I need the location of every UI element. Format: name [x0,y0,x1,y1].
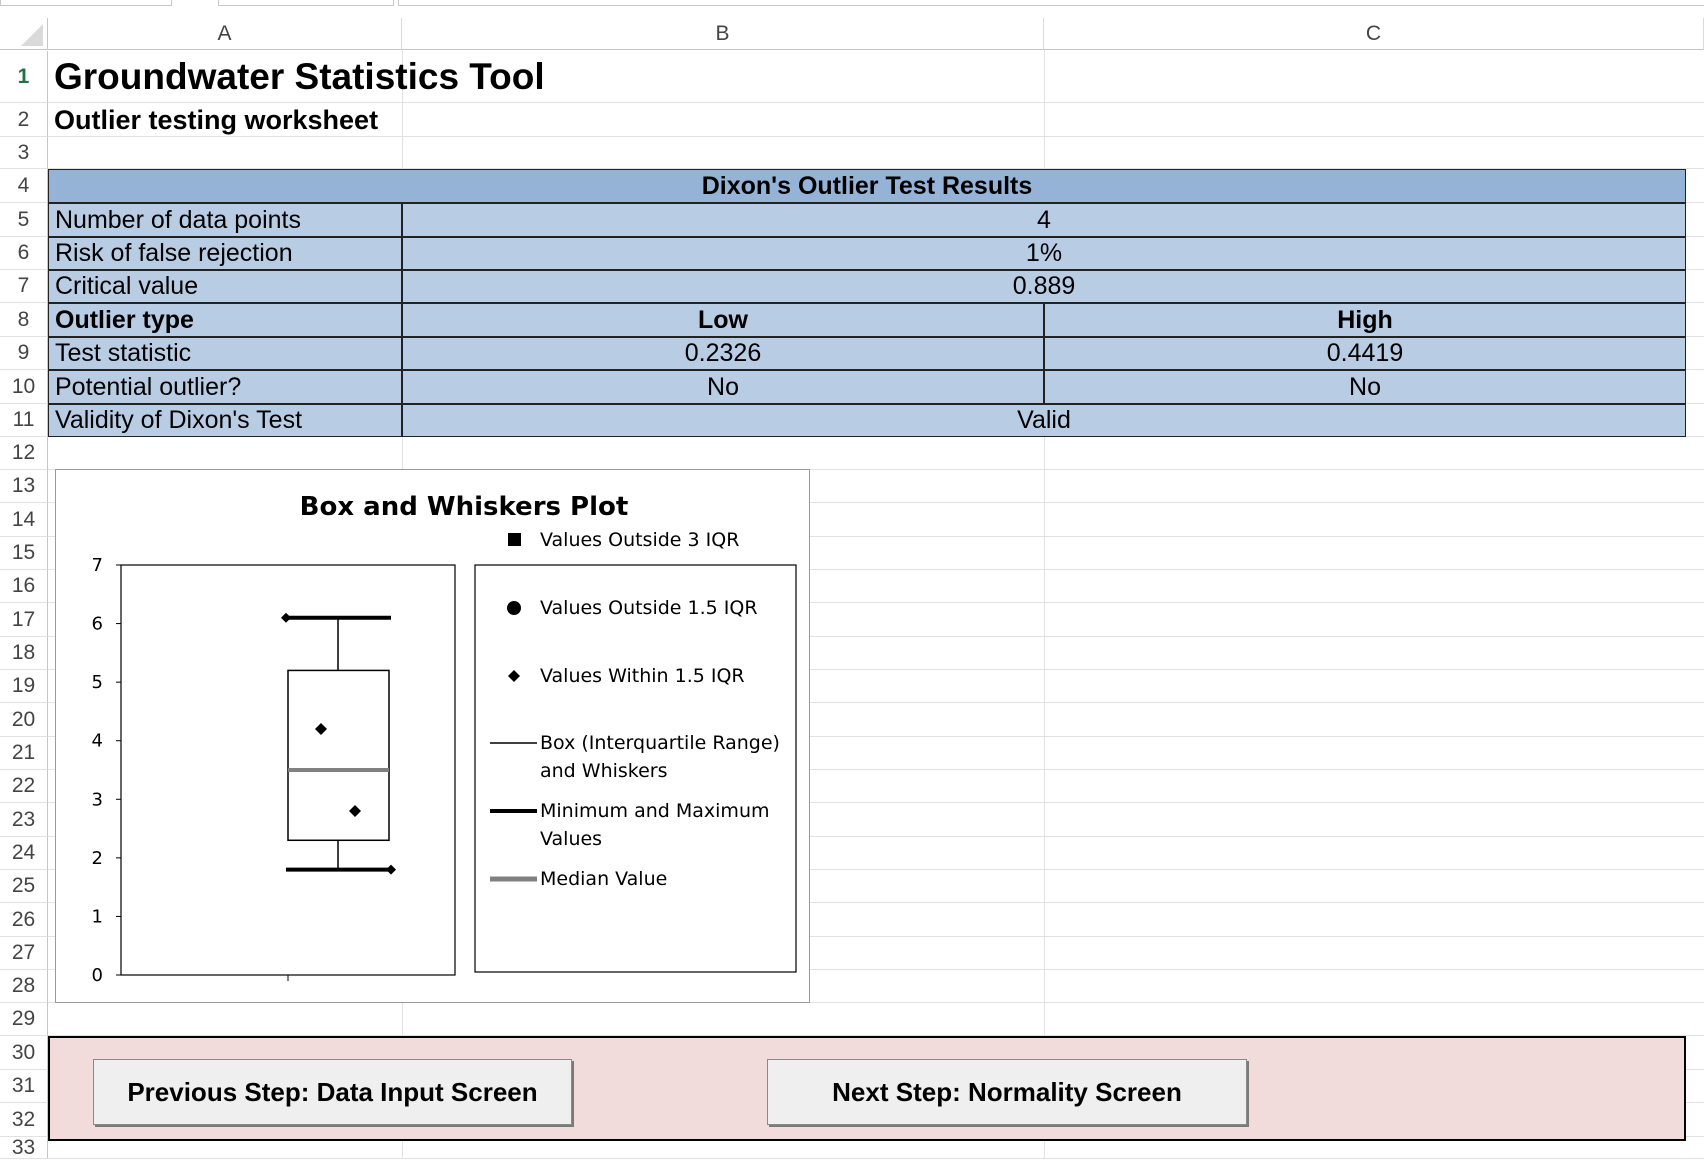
row-header[interactable]: 15 [0,537,48,570]
potential-outlier-high[interactable]: No [1044,370,1686,404]
row-header[interactable]: 1 [0,51,48,103]
row-header[interactable]: 11 [0,404,48,437]
potential-outlier-low[interactable]: No [402,370,1044,404]
y-tick-label: 4 [92,731,103,752]
sheet-title: Groundwater Statistics Tool [54,56,545,97]
box-whisker-chart[interactable]: Box and Whiskers Plot 0 1 2 3 4 5 6 7 Values Ou… [55,469,810,1003]
row-header[interactable]: 12 [0,437,48,470]
row-header[interactable]: 22 [0,770,48,803]
results-header: Dixon's Outlier Test Results [48,169,1686,203]
row-header[interactable]: 28 [0,970,48,1003]
formula-buttons[interactable] [218,0,394,6]
test-statistic-low[interactable]: 0.2326 [402,337,1044,370]
label-outlier-type: Outlier type [48,303,402,337]
select-all-corner[interactable] [0,18,48,50]
row-header[interactable]: 13 [0,470,48,503]
y-tick-label: 2 [92,848,103,869]
extreme-marker [386,864,396,875]
sheet-subtitle: Outlier testing worksheet [54,104,379,135]
row-header[interactable]: 16 [0,570,48,603]
previous-step-button[interactable]: Previous Step: Data Input Screen [93,1059,572,1125]
row-header[interactable]: 14 [0,503,48,537]
legend-label: Values [540,828,603,850]
row-header[interactable]: 33 [0,1136,48,1159]
row-header[interactable]: 23 [0,803,48,837]
row-header[interactable]: 6 [0,237,48,270]
value-number-of-data-points[interactable]: 4 [402,203,1686,237]
outlier-type-low: Low [402,303,1044,337]
row-header[interactable]: 25 [0,870,48,903]
row-header[interactable]: 18 [0,637,48,670]
y-tick-label: 1 [92,906,103,927]
label-potential-outlier: Potential outlier? [48,370,402,404]
row-header[interactable]: 20 [0,703,48,737]
legend-label: and Whiskers [540,760,668,782]
row-header[interactable]: 21 [0,737,48,770]
value-critical-value[interactable]: 0.889 [402,270,1686,303]
row-header[interactable]: 32 [0,1103,48,1137]
label-risk-of-false-rejection: Risk of false rejection [48,237,402,270]
iqr-box [287,669,390,842]
row-header[interactable]: 4 [0,169,48,203]
extreme-marker [281,612,291,623]
row-header[interactable]: 3 [0,137,48,169]
legend-label: Median Value [540,868,668,890]
label-validity: Validity of Dixon's Test [48,404,402,437]
row-header[interactable]: 8 [0,303,48,337]
row-header[interactable]: 24 [0,837,48,870]
name-box[interactable] [0,0,172,6]
y-tick-label: 0 [92,965,103,986]
value-validity[interactable]: Valid [402,404,1686,437]
select-all-icon [21,24,43,46]
row-header[interactable]: 31 [0,1070,48,1103]
label-number-of-data-points: Number of data points [48,203,402,237]
legend-label: Minimum and Maximum [540,800,770,822]
row-header[interactable]: 29 [0,1003,48,1036]
row-header[interactable]: 10 [0,370,48,404]
test-statistic-high[interactable]: 0.4419 [1044,337,1686,370]
label-critical-value: Critical value [48,270,402,303]
row-header[interactable]: 2 [0,103,48,137]
row-header[interactable]: 17 [0,603,48,637]
outlier-type-high: High [1044,303,1686,337]
column-header-c[interactable]: C [1044,18,1704,50]
legend-label: Values Within 1.5 IQR [540,665,745,687]
row-header[interactable]: 9 [0,337,48,370]
formula-input[interactable] [398,0,1704,6]
formula-bar-strip [0,0,1704,18]
legend-square-icon [508,533,521,546]
row-header[interactable]: 27 [0,937,48,970]
row-header[interactable]: 5 [0,203,48,237]
label-test-statistic: Test statistic [48,337,402,370]
legend-label: Box (Interquartile Range) [540,732,780,754]
legend-label: Values Outside 3 IQR [540,529,740,551]
row-header[interactable]: 26 [0,903,48,937]
chart-title: Box and Whiskers Plot [300,492,629,522]
row-header[interactable]: 30 [0,1036,48,1070]
value-risk-of-false-rejection[interactable]: 1% [402,237,1686,270]
y-tick-label: 3 [92,789,103,810]
next-step-button[interactable]: Next Step: Normality Screen [767,1059,1247,1125]
legend-label: Values Outside 1.5 IQR [540,597,758,619]
row-header[interactable]: 19 [0,670,48,703]
y-tick-label: 7 [92,555,103,576]
data-point [349,805,361,817]
column-header-a[interactable]: A [48,18,402,50]
data-point [315,723,327,735]
legend-circle-icon [507,601,521,615]
column-header-b[interactable]: B [402,18,1044,50]
box-plot [281,612,396,875]
y-tick-label: 6 [92,614,103,635]
y-tick-label: 5 [92,672,103,693]
row-header[interactable]: 7 [0,270,48,303]
